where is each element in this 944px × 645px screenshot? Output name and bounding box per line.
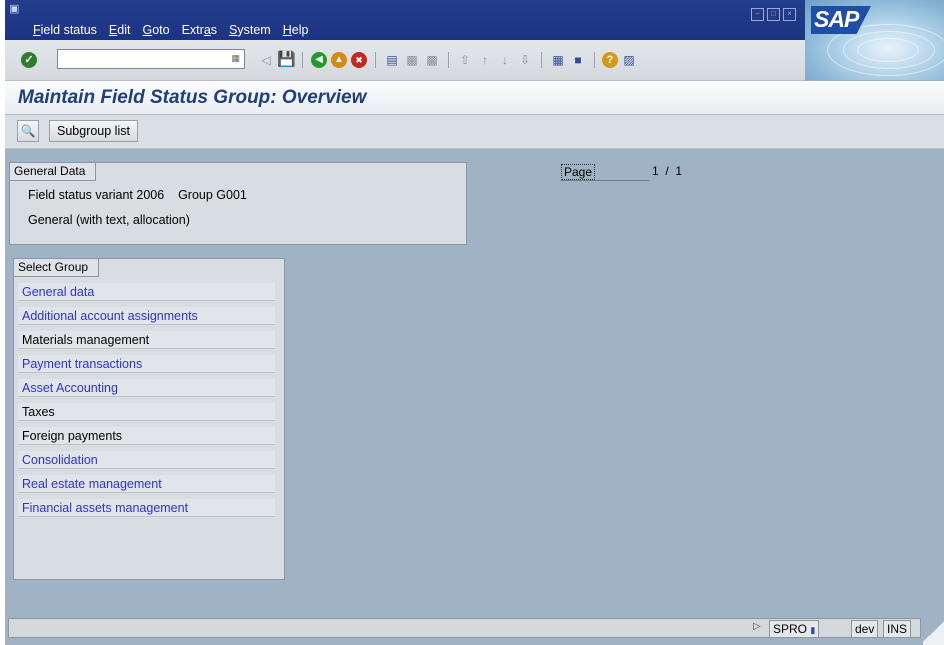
last-page-icon[interactable]: ⇩ — [516, 51, 534, 69]
group-item-real-estate-management[interactable]: Real estate management — [18, 475, 275, 493]
page-underline — [561, 180, 649, 181]
status-expand-icon[interactable]: ▷ — [753, 621, 761, 632]
sap-window: ▣ Field status Edit Goto Extras System H… — [5, 0, 944, 645]
save-icon[interactable]: 💾 — [277, 51, 296, 69]
group-item-consolidation[interactable]: Consolidation — [18, 451, 275, 469]
find-icon[interactable]: ▩ — [403, 51, 421, 69]
session-info-icon[interactable]: ▮ — [810, 625, 815, 635]
toolbar-separator — [375, 52, 376, 68]
group-item-materials-management[interactable]: Materials management — [18, 331, 275, 349]
search-icon[interactable]: 🔍 — [17, 120, 39, 142]
command-history-icon[interactable]: ▦ — [231, 53, 240, 64]
page-label: Page — [561, 164, 596, 180]
layout-menu-icon[interactable]: ▨ — [620, 51, 638, 69]
group-item-additional-account-assignments[interactable]: Additional account assignments — [18, 307, 275, 325]
create-session-icon[interactable]: ▦ — [549, 51, 567, 69]
previous-page-icon[interactable]: ↑ — [476, 51, 494, 69]
exit-icon[interactable]: ▲ — [331, 52, 347, 68]
group-item-taxes[interactable]: Taxes — [18, 403, 275, 421]
command-field[interactable]: ▦ — [57, 49, 245, 69]
subgroup-list-button[interactable]: Subgroup list — [49, 120, 138, 142]
menu-edit[interactable]: Edit — [109, 23, 131, 37]
menu-list: Field status Edit Goto Extras System Hel… — [33, 23, 308, 37]
menu-extras[interactable]: Extras — [182, 23, 217, 37]
group-item-general-data[interactable]: General data — [18, 283, 275, 301]
find-next-icon[interactable]: ▩ — [423, 51, 441, 69]
next-page-icon[interactable]: ↓ — [496, 51, 514, 69]
help-icon[interactable]: ? — [602, 52, 618, 68]
status-bar: ▷ SPRO ▮ dev INS — [8, 618, 921, 638]
window-controls: – □ × — [751, 8, 796, 21]
application-toolbar: 🔍 Subgroup list — [5, 115, 944, 149]
create-shortcut-icon[interactable]: ■ — [569, 51, 587, 69]
collapse-arrow-icon[interactable]: ◁ — [257, 51, 275, 69]
minimize-icon[interactable]: – — [751, 8, 764, 21]
select-group-title: Select Group — [14, 259, 100, 277]
back-icon[interactable]: ◀ — [311, 52, 327, 68]
menu-help[interactable]: Help — [283, 23, 309, 37]
group-item-financial-assets-management[interactable]: Financial assets management — [18, 499, 275, 517]
toolbar-buttons: ◁ 💾 ◀ ▲ ✖ ▤ ▩ ▩ ⇧ ↑ ↓ ⇩ ▦ ■ ? ▨ — [257, 51, 638, 69]
toolbar-separator — [541, 52, 542, 68]
first-page-icon[interactable]: ⇧ — [456, 51, 474, 69]
resize-grip[interactable] — [923, 618, 944, 645]
toolbar-separator — [302, 52, 303, 68]
page-title: Maintain Field Status Group: Overview — [18, 87, 367, 108]
close-icon[interactable]: × — [783, 8, 796, 21]
enter-check-icon[interactable]: ✓ — [21, 52, 37, 68]
group-item-asset-accounting[interactable]: Asset Accounting — [18, 379, 275, 397]
select-group-box: Select Group General data Additional acc… — [13, 258, 285, 580]
general-data-box: General Data Field status variant 2006 G… — [9, 162, 467, 245]
group-description: General (with text, allocation) — [28, 213, 190, 227]
standard-toolbar: ✓ ▦ ◁ 💾 ◀ ▲ ✖ ▤ ▩ ▩ ⇧ ↑ ↓ ⇩ ▦ ■ ? ▨ — [5, 40, 805, 81]
system-menu-icon[interactable]: ▣ — [9, 2, 19, 15]
title-bar: Maintain Field Status Group: Overview — [5, 81, 944, 115]
sap-logo-text: SAP — [814, 6, 859, 32]
maximize-icon[interactable]: □ — [767, 8, 780, 21]
group-item-foreign-payments[interactable]: Foreign payments — [18, 427, 275, 445]
sap-logo-area: SAP — [805, 0, 944, 80]
general-data-title: General Data — [10, 163, 97, 181]
page-value: 1 / 1 — [652, 164, 683, 178]
menu-system[interactable]: System — [229, 23, 271, 37]
status-transaction[interactable]: SPRO ▮ — [769, 620, 820, 638]
toolbar-separator — [448, 52, 449, 68]
menu-goto[interactable]: Goto — [142, 23, 169, 37]
toolbar-separator — [594, 52, 595, 68]
status-server: dev — [851, 620, 879, 638]
menu-field-status[interactable]: Field status — [33, 23, 97, 37]
group-item-payment-transactions[interactable]: Payment transactions — [18, 355, 275, 373]
field-status-variant: Field status variant 2006 Group G001 — [28, 188, 247, 202]
menu-bar: ▣ Field status Edit Goto Extras System H… — [5, 0, 944, 40]
status-insert-mode[interactable]: INS — [883, 620, 912, 638]
cancel-icon[interactable]: ✖ — [351, 52, 367, 68]
print-icon[interactable]: ▤ — [383, 51, 401, 69]
command-input[interactable] — [58, 50, 222, 68]
